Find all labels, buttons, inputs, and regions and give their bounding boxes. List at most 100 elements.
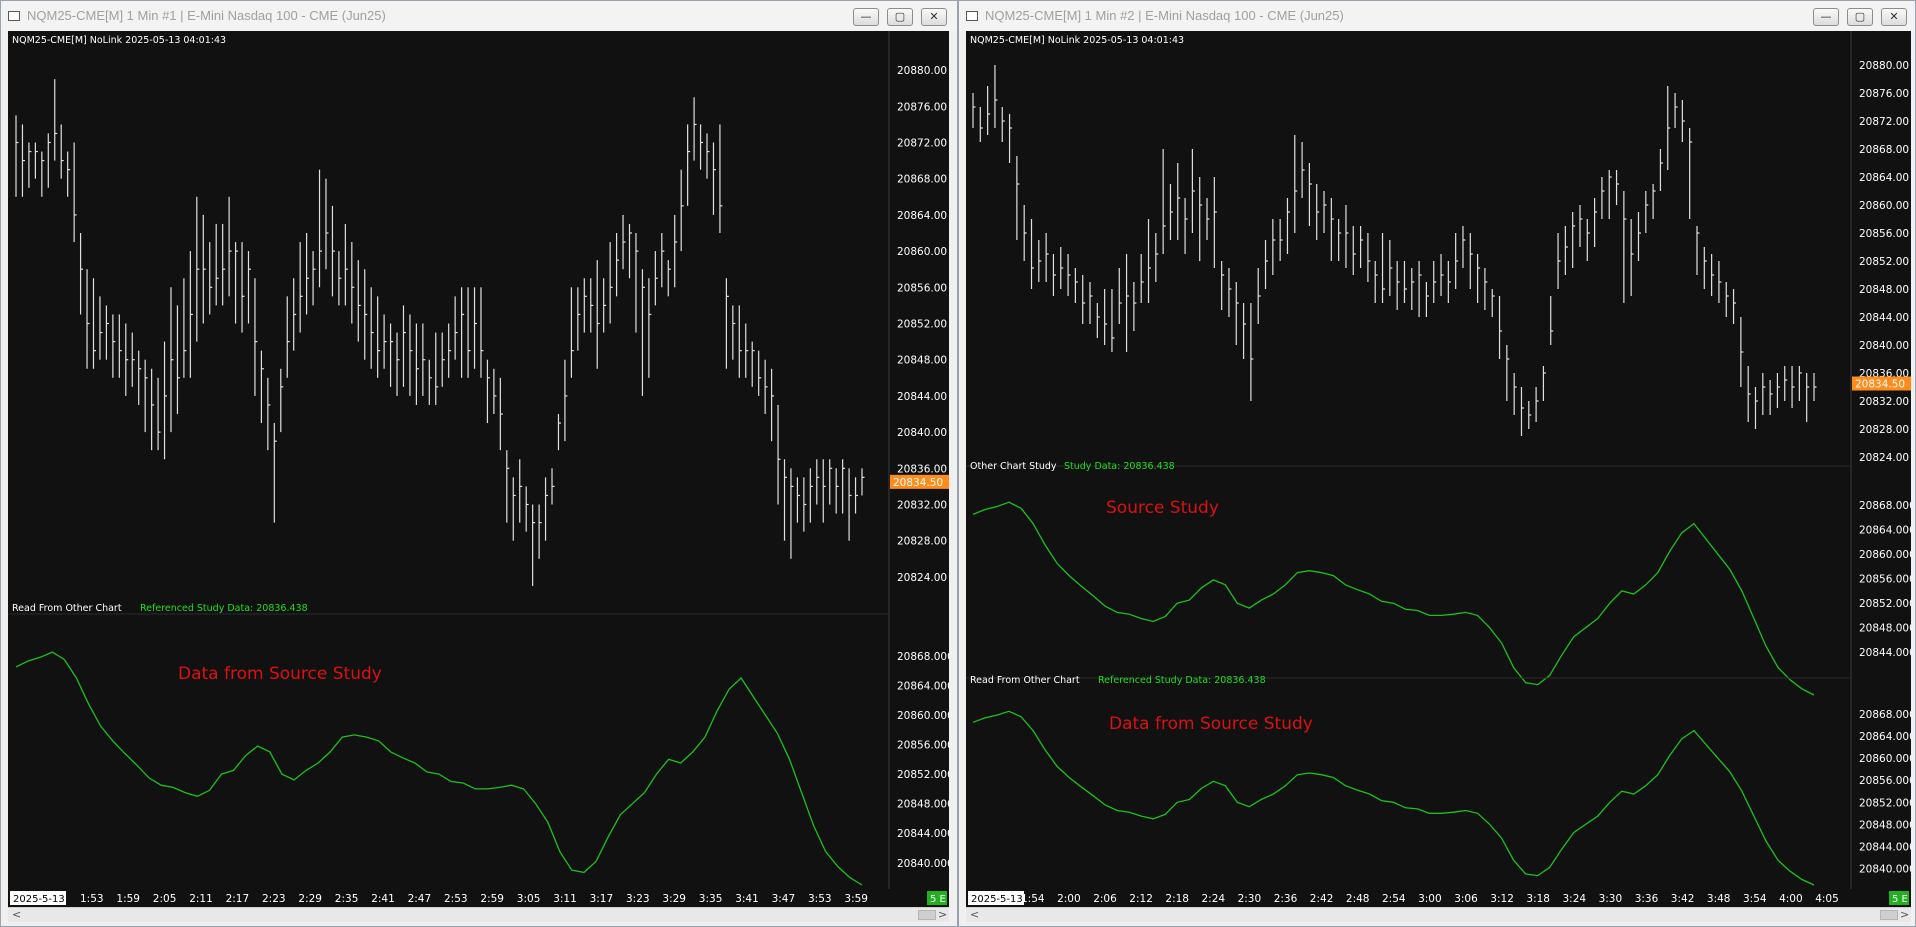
study-value-label: Referenced Study Data: 20836.438: [1098, 675, 1266, 686]
title-bar[interactable]: NQM25-CME[M] 1 Min #2 | E-Mini Nasdaq 10…: [959, 1, 1915, 31]
chart-area[interactable]: NQM25-CME[M] NoLink 2025-05-13 04:01:43 2…: [8, 31, 949, 907]
time-axis-label: 3:59: [844, 893, 868, 905]
price-axis-label: 20832.00: [897, 500, 947, 512]
restore-button[interactable]: ▢: [1847, 8, 1873, 26]
time-axis-label: 3:05: [517, 893, 541, 905]
horizontal-scrollbar[interactable]: < >: [8, 907, 949, 922]
time-axis-label: 2:59: [480, 893, 504, 905]
price-axis-label: 20840.00: [897, 427, 947, 439]
study-axis-label: 20844.000: [1859, 841, 1911, 853]
time-axis-label: 2:29: [298, 893, 322, 905]
horizontal-scrollbar[interactable]: < >: [966, 907, 1911, 922]
study-label: Read From Other Chart: [12, 603, 122, 614]
time-axis-label: 2:30: [1238, 893, 1262, 905]
scroll-left-icon[interactable]: <: [970, 908, 979, 922]
scroll-left-icon[interactable]: <: [12, 908, 21, 922]
window-title: NQM25-CME[M] 1 Min #1 | E-Mini Nasdaq 10…: [27, 8, 386, 23]
chart-window-2[interactable]: NQM25-CME[M] 1 Min #2 | E-Mini Nasdaq 10…: [958, 0, 1916, 927]
price-axis-label: 20848.00: [1859, 284, 1909, 296]
time-axis-label: 2:47: [408, 893, 432, 905]
minimize-button[interactable]: —: [1813, 8, 1839, 26]
price-axis-label: 20852.00: [1859, 256, 1909, 268]
study-axis-label: 20868.000: [897, 651, 949, 663]
study-axis-label: 20856.000: [1859, 574, 1911, 586]
scroll-right-icon[interactable]: >: [1900, 908, 1909, 922]
window-icon: [966, 11, 978, 21]
time-axis-label: 3:42: [1671, 893, 1695, 905]
time-axis-label: 3:53: [808, 893, 832, 905]
scroll-thumb[interactable]: [1880, 910, 1898, 920]
study-axis-label: 20848.000: [1859, 623, 1911, 635]
price-axis-label: 20848.00: [897, 355, 947, 367]
time-axis-label: 4:05: [1815, 893, 1839, 905]
study-axis-label: 20840.000: [1859, 863, 1911, 875]
time-axis-label: 3:30: [1599, 893, 1623, 905]
price-axis-label: 20868.00: [1859, 144, 1909, 156]
time-axis-label: 3:06: [1454, 893, 1478, 905]
study-axis-label: 20856.000: [1859, 775, 1911, 787]
study-axis-label: 20864.000: [1859, 731, 1911, 743]
annotation-text: Data from Source Study: [178, 664, 382, 684]
time-axis-label: 2:17: [226, 893, 250, 905]
time-axis-label: 3:00: [1418, 893, 1442, 905]
time-axis-label: 2:05: [153, 893, 177, 905]
chart-canvas[interactable]: NQM25-CME[M] NoLink 2025-05-13 04:01:43 2…: [8, 31, 949, 907]
date-label: 2025-5-13: [971, 894, 1023, 905]
time-axis-label: 2:24: [1202, 893, 1226, 905]
price-axis-label: 20844.00: [897, 391, 947, 403]
time-axis-label: 1:54: [1021, 893, 1045, 905]
close-button[interactable]: ✕: [921, 8, 947, 26]
time-axis-label: 3:47: [772, 893, 796, 905]
price-axis-label: 20844.00: [1859, 312, 1909, 324]
chart-area[interactable]: NQM25-CME[M] NoLink 2025-05-13 04:01:43 2…: [966, 31, 1911, 907]
price-axis-label: 20824.00: [897, 572, 947, 584]
time-axis-label: 2:23: [262, 893, 286, 905]
time-axis-label: 2:41: [371, 893, 395, 905]
scroll-right-icon[interactable]: >: [938, 908, 947, 922]
study-label: Other Chart Study: [970, 461, 1057, 472]
price-axis-label: 20856.00: [897, 282, 947, 294]
study-line: [15, 651, 863, 886]
price-axis-label: 20880.00: [897, 65, 947, 77]
price-axis-label: 20840.00: [1859, 340, 1909, 352]
chart-header: NQM25-CME[M] NoLink 2025-05-13 04:01:43: [970, 35, 1184, 46]
annotation-text: Source Study: [1106, 498, 1219, 518]
price-axis-label: 20864.00: [897, 210, 947, 222]
close-button[interactable]: ✕: [1881, 8, 1907, 26]
time-axis-label: 3:36: [1635, 893, 1659, 905]
time-axis-label: 2:53: [444, 893, 468, 905]
study-line: [972, 710, 1815, 886]
time-axis-label: 3:18: [1526, 893, 1550, 905]
study-axis-label: 20864.000: [1859, 525, 1911, 537]
time-axis-label: 2:18: [1165, 893, 1189, 905]
study-axis-label: 20860.000: [897, 710, 949, 722]
price-axis-label: 20860.00: [897, 246, 947, 258]
title-bar[interactable]: NQM25-CME[M] 1 Min #1 | E-Mini Nasdaq 10…: [1, 1, 957, 31]
restore-button[interactable]: ▢: [887, 8, 913, 26]
time-axis-label: 3:11: [553, 893, 577, 905]
minimize-button[interactable]: —: [853, 8, 879, 26]
study-label: Read From Other Chart: [970, 675, 1080, 686]
window-title: NQM25-CME[M] 1 Min #2 | E-Mini Nasdaq 10…: [985, 8, 1344, 23]
price-axis-label: 20828.00: [1859, 424, 1909, 436]
study-axis-label: 20848.000: [897, 799, 949, 811]
study-axis-label: 20848.000: [1859, 819, 1911, 831]
scroll-thumb[interactable]: [918, 910, 936, 920]
price-axis-label: 20876.00: [897, 101, 947, 113]
time-axis-label: 4:00: [1779, 893, 1803, 905]
price-axis-label: 20868.00: [897, 174, 947, 186]
price-axis-label: 20880.00: [1859, 60, 1909, 72]
price-axis-label: 20872.00: [897, 138, 947, 150]
time-axis-label: 3:12: [1490, 893, 1514, 905]
price-axis-label: 20824.00: [1859, 452, 1909, 464]
price-axis-label: 20864.00: [1859, 172, 1909, 184]
annotation-text: Data from Source Study: [1109, 714, 1313, 734]
time-axis-label: 2:12: [1129, 893, 1153, 905]
study-axis-label: 20852.000: [1859, 797, 1911, 809]
chart-canvas[interactable]: NQM25-CME[M] NoLink 2025-05-13 04:01:43 2…: [966, 31, 1911, 907]
chart-window-1[interactable]: NQM25-CME[M] 1 Min #1 | E-Mini Nasdaq 10…: [0, 0, 958, 927]
time-axis-label: 2:06: [1093, 893, 1117, 905]
time-axis-label: 3:54: [1743, 893, 1767, 905]
study-axis-label: 20852.000: [897, 769, 949, 781]
price-axis-label: 20856.00: [1859, 228, 1909, 240]
